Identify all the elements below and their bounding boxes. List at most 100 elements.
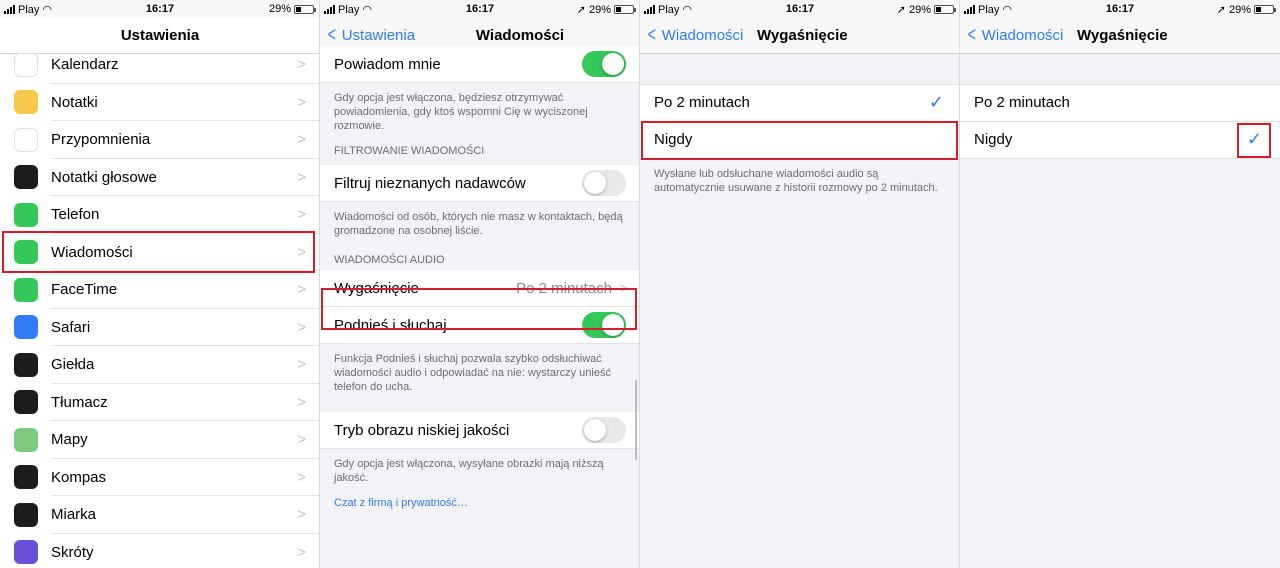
chevron-right-icon: > [297,318,306,336]
settings-row[interactable]: Telefon > [0,196,319,234]
chevron-right-icon: > [297,431,306,449]
chevron-left-icon: < [327,24,336,46]
filter-label: Filtruj nieznanych nadawców [334,174,526,192]
expiration-panel: Play ◠ 16:17 ➚ 29% < Wiadomości Wygaśnię… [640,0,960,568]
chevron-right-icon: > [297,506,306,524]
phone-icon [14,202,38,227]
settings-panel: Play ◠ 16:17 29% Ustawienia Kalendarz > No… [0,0,320,568]
low-quality-label: Tryb obrazu niskiej jakości [334,421,510,439]
settings-row-label: Telefon [51,206,100,224]
chevron-right-icon: > [297,281,306,299]
chevron-right-icon: > [297,393,306,411]
settings-row-label: Notatki głosowe [51,168,157,186]
status-bar: Play ◠ 16:17 ➚ 29% [320,0,639,18]
chevron-right-icon: > [297,93,306,111]
location-icon: ➚ [576,4,586,16]
battery-icon [294,4,316,14]
settings-row[interactable]: Notatki głosowe > [0,159,319,196]
settings-row[interactable]: FaceTime > [0,271,319,309]
highlight-box [1237,123,1271,158]
location-icon: ➚ [1216,4,1226,16]
settings-row[interactable]: Kalendarz > [0,46,319,84]
page-title-text: Wygaśnięcie [1077,27,1168,44]
messages-settings-list: Powiadom mnie Gdy opcja jest włączona, b… [320,46,639,509]
low-quality-toggle[interactable] [582,417,626,443]
notify-toggle[interactable] [582,51,626,77]
maps-icon [14,427,38,452]
battery-percent: 29% [908,3,931,16]
settings-row[interactable]: Safari > [0,309,319,346]
voice-memos-icon [14,165,38,190]
filter-row[interactable]: Filtruj nieznanych nadawców [320,165,639,202]
status-bar: Play ◠ 16:17 29% [0,0,319,18]
status-bar: Play ◠ 16:17 ➚ 29% [960,0,1280,18]
scrollbar[interactable] [635,380,637,460]
battery-icon [934,5,956,14]
back-label: Wiadomości [981,27,1064,44]
expiration-options: Po 2 minutach Nigdy ✓ [960,84,1280,159]
audio-section-header: WIADOMOŚCI AUDIO [334,254,445,266]
highlight-box [321,288,637,330]
expiration-panel-selected: Play ◠ 16:17 ➚ 29% < Wiadomości Wygaśnię… [960,0,1280,568]
settings-row-label: FaceTime [51,281,118,299]
settings-row[interactable]: Mapy > [0,421,319,459]
notes-icon [14,90,38,115]
facetime-icon [14,277,38,302]
calendar-icon [14,52,38,77]
safari-icon [14,315,38,340]
filter-footnote: Wiadomości od osób, których nie masz w k… [334,211,623,237]
filter-toggle[interactable] [582,170,626,196]
settings-row[interactable]: Notatki > [0,84,319,121]
chevron-right-icon: > [297,468,306,486]
option-2-minutes-label: Po 2 minutach [974,94,1070,112]
settings-row[interactable]: Tłumacz > [0,384,319,421]
battery-icon [614,5,636,14]
highlight-box [2,231,315,273]
battery-percent: 29% [1228,3,1251,16]
settings-row-label: Safari [51,318,91,336]
back-label: Wiadomości [661,27,744,44]
measure-icon [14,502,38,527]
battery-icon [1254,5,1276,14]
highlight-box [641,121,958,160]
option-2-minutes[interactable]: Po 2 minutach ✓ [640,84,959,122]
settings-row-label: Przypomnienia [51,131,151,149]
stocks-icon [14,352,38,377]
settings-row-label: Mapy [51,431,88,449]
translate-icon [14,390,38,415]
settings-row[interactable]: Skróty > [0,534,319,568]
nav-bar: < Wiadomości Wygaśnięcie [640,18,959,54]
option-never-label: Nigdy [974,131,1013,149]
shortcuts-icon [14,540,38,565]
settings-row[interactable]: Miarka > [0,496,319,534]
settings-row[interactable]: Giełda > [0,346,319,384]
expiration-footnote: Wysłane lub odsłuchane wiadomości audio … [654,168,938,194]
compass-icon [14,465,38,490]
checkmark-icon: ✓ [928,92,944,113]
notify-row[interactable]: Powiadom mnie [320,46,639,83]
notify-label: Powiadom mnie [334,55,441,73]
reminders-icon [14,127,38,152]
raise-footnote: Funkcja Podnieś i słuchaj pozwala szybko… [334,353,611,393]
status-bar: Play ◠ 16:17 ➚ 29% [640,0,959,18]
low-quality-row[interactable]: Tryb obrazu niskiej jakości [320,412,639,449]
battery-percent: 29% [268,3,291,15]
settings-row-label: Miarka [51,506,97,524]
settings-row[interactable]: Kompas > [0,459,319,496]
back-button[interactable]: < Wiadomości [966,25,1064,45]
messages-settings-panel: Play ◠ 16:17 ➚ 29% < Ustawienia Wiadomoś… [320,0,640,568]
chevron-right-icon: > [297,56,306,74]
chevron-right-icon: > [297,356,306,374]
settings-row-label: Kalendarz [51,56,119,74]
back-button[interactable]: < Wiadomości [646,25,744,45]
settings-row-label: Notatki [51,93,98,111]
low-quality-footnote: Gdy opcja jest włączona, wysyłane obrazk… [334,458,604,484]
option-never[interactable]: Nigdy ✓ [960,121,1280,159]
privacy-link[interactable]: Czat z firmą i prywatność… [320,497,639,509]
settings-row-label: Skróty [51,543,94,561]
chevron-right-icon: > [297,543,306,561]
chevron-right-icon: > [297,131,306,149]
option-2-minutes[interactable]: Po 2 minutach [960,84,1280,122]
chevron-right-icon: > [297,168,306,186]
settings-row[interactable]: Przypomnienia > [0,121,319,159]
